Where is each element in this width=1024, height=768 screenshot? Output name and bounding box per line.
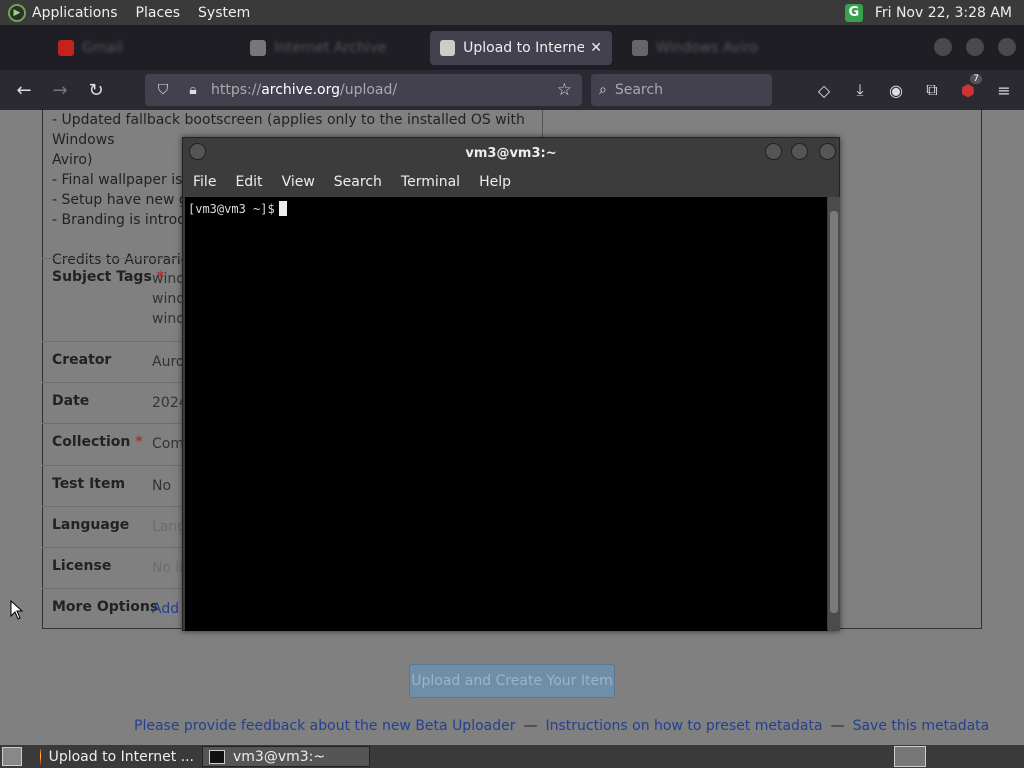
pocket-icon[interactable]: ◇ <box>806 74 842 106</box>
terminal-screen[interactable]: [vm3@vm3 ~]$ <box>185 197 827 631</box>
browser-tab-bar: Gmail Internet Archive Upload to Interne… <box>0 25 1024 70</box>
show-desktop-icon[interactable] <box>2 747 22 766</box>
terminal-title: vm3@vm3:~ <box>465 145 557 161</box>
search-icon: ⌕ <box>599 82 607 98</box>
terminal-maximize-button[interactable] <box>791 143 808 160</box>
shell-prompt: [vm3@vm3 ~]$ <box>188 202 275 216</box>
terminal-scrollbar[interactable] <box>828 197 840 631</box>
extensions-icon[interactable]: ⧉ <box>914 74 950 106</box>
system-menu[interactable]: System <box>198 5 250 21</box>
footer-links: Please provide feedback about the new Be… <box>134 718 990 734</box>
maximize-button[interactable] <box>966 38 984 56</box>
terminal-menu-search[interactable]: Search <box>334 174 382 190</box>
tab-internet-archive[interactable]: Internet Archive <box>240 31 420 65</box>
terminal-menubar: File Edit View Search Terminal Help <box>183 168 839 196</box>
panel-menu: Applications Places System <box>32 0 268 25</box>
tab-gmail[interactable]: Gmail <box>48 31 218 65</box>
beta-feedback-link[interactable]: Please provide feedback about the new Be… <box>134 718 516 734</box>
forward-arrow-icon[interactable]: → <box>42 74 78 106</box>
collection-value[interactable]: Com <box>152 434 184 454</box>
top-panel: ▶ Applications Places System G Fri Nov 2… <box>0 0 1024 25</box>
ublock-icon[interactable]: ⬢ 7 <box>950 74 986 106</box>
taskbar-terminal[interactable]: vm3@vm3:~ <box>202 746 370 767</box>
upload-create-item-button[interactable]: Upload and Create Your Item <box>409 664 615 698</box>
gnome-foot-icon[interactable]: ▶ <box>8 3 26 22</box>
close-window-button[interactable] <box>998 38 1016 56</box>
terminal-close-button[interactable] <box>819 143 836 160</box>
shield-icon[interactable]: ⛉ <box>151 82 175 98</box>
clock[interactable]: Fri Nov 22, 3:28 AM <box>875 5 1012 21</box>
url-prefix: https:// <box>211 82 262 98</box>
workspace-switcher[interactable] <box>894 746 926 767</box>
download-icon[interactable]: ⤓ <box>842 74 878 106</box>
subject-tags-value[interactable]: wind wind wind <box>152 269 185 329</box>
reload-icon[interactable]: ↻ <box>78 74 114 106</box>
tray-g-icon[interactable]: G <box>844 3 863 22</box>
archive-icon <box>250 40 266 56</box>
url-bar[interactable]: ⛉ 🔒︎ https://archive.org/upload/ ☆ <box>145 74 582 106</box>
tab-windows-aviro[interactable]: Windows Aviro <box>622 31 792 65</box>
extension-badge: 7 <box>970 74 982 84</box>
terminal-titlebar[interactable]: vm3@vm3:~ <box>183 138 839 168</box>
url-host: archive.org <box>261 82 340 98</box>
hamburger-menu-icon[interactable]: ≡ <box>986 74 1022 106</box>
taskbar-firefox[interactable]: Upload to Internet ... <box>34 746 200 767</box>
browser-nav-bar: ← → ↻ ⛉ 🔒︎ https://archive.org/upload/ ☆… <box>0 70 1024 110</box>
terminal-minimize-button[interactable] <box>765 143 782 160</box>
terminal-menu-edit[interactable]: Edit <box>235 174 262 190</box>
places-menu[interactable]: Places <box>136 5 181 21</box>
back-arrow-icon[interactable]: ← <box>6 74 42 106</box>
applications-menu[interactable]: Applications <box>32 5 118 21</box>
tab-upload[interactable]: Upload to Internet Ar ✕ <box>430 31 612 65</box>
search-placeholder: Search <box>614 82 663 98</box>
license-value[interactable]: No li <box>152 558 183 578</box>
panel-tray: G Fri Nov 22, 3:28 AM <box>844 0 1012 25</box>
close-tab-icon[interactable]: ✕ <box>590 40 602 56</box>
search-bar[interactable]: ⌕ Search <box>591 74 772 106</box>
terminal-menu-file[interactable]: File <box>193 174 216 190</box>
test-item-value[interactable]: No <box>152 476 171 496</box>
firefox-icon <box>40 748 41 765</box>
terminal-icon <box>209 749 225 764</box>
more-options-link[interactable]: Add <box>152 599 179 619</box>
terminal-menu-view[interactable]: View <box>282 174 315 190</box>
bottom-panel: Upload to Internet ... vm3@vm3:~ <box>0 745 1024 768</box>
page-icon <box>632 40 648 56</box>
terminal-menu-help[interactable]: Help <box>479 174 511 190</box>
terminal-menu-terminal[interactable]: Terminal <box>401 174 460 190</box>
lock-icon[interactable]: 🔒︎ <box>181 82 205 98</box>
mouse-pointer-icon <box>10 600 24 620</box>
save-metadata-link[interactable]: Save this metadata <box>853 718 990 734</box>
minimize-button[interactable] <box>934 38 952 56</box>
creator-value[interactable]: Auro <box>152 352 184 372</box>
preset-metadata-link[interactable]: Instructions on how to preset metadata <box>546 718 823 734</box>
scrollbar-thumb[interactable] <box>830 211 838 613</box>
account-icon[interactable]: ◉ <box>878 74 914 106</box>
terminal-menu-button[interactable] <box>189 143 206 160</box>
url-path: /upload/ <box>340 82 398 98</box>
archive-icon <box>440 40 456 56</box>
terminal-window[interactable]: vm3@vm3:~ File Edit View Search Terminal… <box>182 137 840 631</box>
bookmark-star-icon[interactable]: ☆ <box>557 80 572 100</box>
browser-toolbar: ◇ ⤓ ◉ ⧉ ⬢ 7 ≡ <box>806 74 1022 106</box>
text-cursor <box>278 201 287 216</box>
gmail-icon <box>58 40 74 56</box>
